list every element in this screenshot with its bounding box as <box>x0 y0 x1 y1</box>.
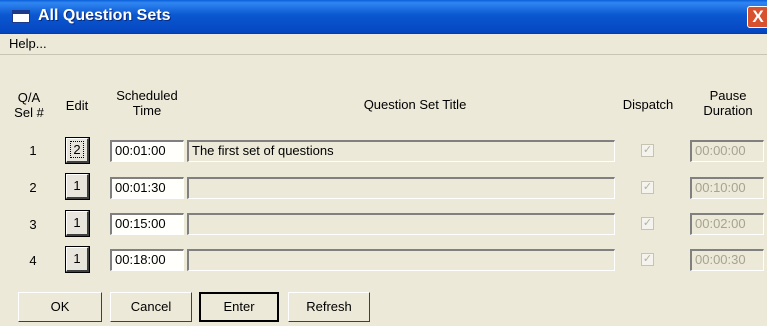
scheduled-time-field[interactable]: 00:18:00 <box>110 249 184 271</box>
edit-button-label: 1 <box>73 215 81 230</box>
header-sched-line2: Time <box>132 103 162 118</box>
window-icon <box>12 10 30 23</box>
edit-button-label: 1 <box>73 178 81 193</box>
header-pause-line2: Duration <box>703 103 753 118</box>
edit-button[interactable]: 1 <box>66 174 89 199</box>
edit-button-label: 2 <box>70 141 84 158</box>
dispatch-checkbox[interactable]: ✓ <box>641 253 654 266</box>
checkmark-icon: ✓ <box>642 144 653 156</box>
row-number: 1 <box>29 143 37 158</box>
question-set-title-field[interactable]: The first set of questions <box>187 140 615 162</box>
checkmark-icon: ✓ <box>642 217 653 229</box>
edit-button[interactable]: 1 <box>66 211 89 236</box>
checkmark-icon: ✓ <box>642 181 653 193</box>
cancel-button[interactable]: Cancel <box>110 292 192 322</box>
scheduled-time-field[interactable]: 00:01:30 <box>110 177 184 199</box>
edit-button-label: 1 <box>73 251 81 266</box>
scheduled-time-field[interactable]: 00:01:00 <box>110 140 184 162</box>
dispatch-checkbox[interactable]: ✓ <box>641 144 654 157</box>
pause-duration-field[interactable]: 00:00:30 <box>690 249 764 271</box>
dispatch-checkbox[interactable]: ✓ <box>641 181 654 194</box>
edit-button[interactable]: 2 <box>66 138 89 163</box>
scheduled-time-field[interactable]: 00:15:00 <box>110 213 184 235</box>
question-set-title-field[interactable] <box>187 249 615 271</box>
header-qa-sel: Q/A Sel # <box>14 90 44 120</box>
edit-button[interactable]: 1 <box>66 247 89 272</box>
header-sched-line1: Scheduled <box>116 88 178 103</box>
pause-duration-field[interactable]: 00:10:00 <box>690 177 764 199</box>
row-number: 4 <box>29 253 37 268</box>
dispatch-checkbox[interactable]: ✓ <box>641 217 654 230</box>
header-question-set-title: Question Set Title <box>363 97 467 112</box>
pause-duration-field[interactable]: 00:00:00 <box>690 140 764 162</box>
header-pause-line1: Pause <box>709 88 747 103</box>
checkmark-icon: ✓ <box>642 253 653 265</box>
header-edit: Edit <box>65 98 89 113</box>
enter-button[interactable]: Enter <box>199 292 279 322</box>
header-scheduled-time: Scheduled Time <box>108 88 186 118</box>
refresh-button[interactable]: Refresh <box>288 292 370 322</box>
row-number: 2 <box>29 180 37 195</box>
window-title: All Question Sets <box>38 7 171 24</box>
ok-button[interactable]: OK <box>18 292 102 322</box>
header-qa-line2: Sel # <box>14 105 44 120</box>
header-dispatch: Dispatch <box>622 97 674 112</box>
pause-duration-field[interactable]: 00:02:00 <box>690 213 764 235</box>
menu-item-help[interactable]: Help... <box>9 36 47 51</box>
menu-bar: Help... <box>0 34 767 55</box>
header-pause-duration: Pause Duration <box>692 88 764 118</box>
row-number: 3 <box>29 217 37 232</box>
title-bar[interactable]: All Question Sets X <box>0 0 767 34</box>
dialog-window: All Question Sets X Help... Q/A Sel # Ed… <box>0 0 767 326</box>
question-set-title-field[interactable] <box>187 177 615 199</box>
header-qa-line1: Q/A <box>17 90 41 105</box>
question-set-title-field[interactable] <box>187 213 615 235</box>
close-button[interactable]: X <box>747 6 767 28</box>
